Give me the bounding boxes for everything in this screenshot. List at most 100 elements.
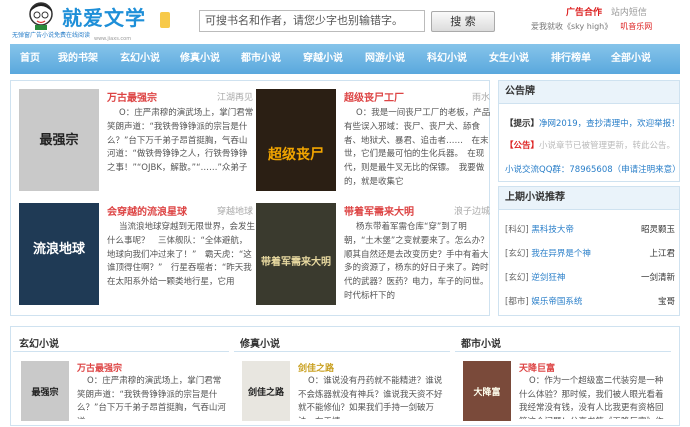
rec-category: [玄幻] [505,249,529,259]
recommend-heading: 上期小说推荐 [499,187,679,210]
section-dushi: 都市小说 大降富 天降巨富 O：作为一个超级富二代装穷是一种什么体验？那时候，我… [455,327,675,427]
book-desc: O：谁说没有丹药就不能精进？谁说不会炼器就没有神兵？谁说我天资不好就不能修仙？如… [298,376,443,419]
section-heading[interactable]: 修真小说 [240,335,280,350]
book-title[interactable]: 万古最强宗 [77,361,122,374]
site-slogan: 无弹窗广告小说免费在线阅读 [12,32,91,39]
notice-line: 【提示】净网2019，查抄清理中，欢迎举报！ [505,117,680,129]
book-title[interactable]: 会穿越的流浪星球 [107,203,187,218]
site-logo[interactable]: 就爱文学 无弹窗广告小说免费在线阅读 www.jiaxs.com [12,2,172,42]
rec-author[interactable]: 上江君 [649,247,675,259]
book-cover[interactable]: 流浪地球 [19,203,99,305]
section-divider [234,351,450,352]
favorite-hint[interactable]: 爱我就收《sky high》 [531,22,612,31]
rec-author[interactable]: 一剑清新 [641,271,675,283]
nav-ranking[interactable]: 排行榜单 [551,44,591,74]
section-xuanhuan: 玄幻小说 最强宗 万古最强宗 O：庄严肃穆的演武场上，掌门君常笑朗声道：“我铁骨… [13,327,233,427]
music-link[interactable]: 叽音乐网 [620,22,652,31]
sidebar: 公告牌 【提示】净网2019，查抄清理中，欢迎举报！ 【公告】小说章节已被管理更… [498,80,681,316]
nav-kehuan[interactable]: 科幻小说 [427,44,467,74]
book-desc: 杨东带着军需仓库“穿”到了明朝，“土木堡”之变就要来了。怎么办？顺其自然还是去改… [344,222,489,301]
recommend-row[interactable]: [玄幻] 逆剑狂神 一剑清新 [505,271,675,285]
featured-book[interactable]: 带着军需来大明 带着军需来大明 浪子边城 杨东带着军需仓库“穿”到了明朝，“土木… [256,203,492,317]
nav-xuanhuan[interactable]: 玄幻小说 [120,44,160,74]
book-desc: O：我是一间丧尸工厂的老板，产品有些误入邪域：丧尸、丧尸犬、舔食者、地狱犬、暴君… [344,108,491,187]
book-cover[interactable]: 大降富 [463,361,511,421]
book-desc: O：庄严肃穆的演武场上，掌门君常笑朗声道：“我铁骨铮铮派的宗旨是什么？”台下万千… [107,108,254,174]
section-divider [13,351,229,352]
site-title: 就爱文学 [62,6,146,30]
section-xiuzhen: 修真小说 剑佳之路 剑佳之路 O：谁说没有丹药就不能精进？谁说不会炼器就没有神兵… [234,327,454,427]
book-author[interactable]: 穿越地球 [217,204,253,217]
rec-author[interactable]: 宝哥 [658,295,675,307]
book-cover-image: 剑佳之路 [242,361,290,421]
section-heading[interactable]: 玄幻小说 [19,335,59,350]
notice-tag: 【公告】 [505,141,540,151]
book-title[interactable]: 剑佳之路 [298,361,334,374]
rec-book[interactable]: 逆剑狂神 [531,273,565,283]
notice-heading: 公告牌 [499,81,679,104]
search-input[interactable]: 可搜书名和作者，请您少字也别输错字。 [199,10,425,32]
nav-chuanyue[interactable]: 穿越小说 [303,44,343,74]
rec-author[interactable]: 昭灵颢玉 [641,223,675,235]
book-cover[interactable]: 最强宗 [19,89,99,191]
featured-book[interactable]: 最强宗 万古最强宗 江湖再见 O：庄严肃穆的演武场上，掌门君常笑朗声道：“我铁骨… [19,89,255,203]
sms-link[interactable]: 站内短信 [611,8,647,18]
notice-text[interactable]: 小说章节已被管理更新，转此公告。 [539,141,675,151]
book-title[interactable]: 带着军需来大明 [344,203,414,218]
rec-category: [科幻] [505,225,529,235]
recommend-row[interactable]: [玄幻] 我在异界是个神 上江君 [505,247,675,261]
recommend-row[interactable]: [科幻] 黑科技大帝 昭灵颢玉 [505,223,675,237]
favorite-text: 爱我就收《sky high》 叽音乐网 [531,21,652,32]
svg-text:最强宗: 最强宗 [31,386,58,398]
search-button[interactable]: 搜 索 [431,11,495,32]
book-title[interactable]: 万古最强宗 [107,89,157,104]
notice-qq-group: 小说交流QQ群：78965608（申请注明来意） [505,165,681,175]
svg-text:流浪地球: 流浪地球 [33,241,86,257]
book-cover-image: 流浪地球 [19,203,99,305]
rec-book[interactable]: 我在异界是个神 [531,249,591,259]
book-cover[interactable]: 剑佳之路 [242,361,290,421]
mascot-icon [29,2,53,30]
book-cover[interactable]: 带着军需来大明 [256,203,336,305]
svg-text:剑佳之路: 剑佳之路 [247,386,285,398]
rec-book[interactable]: 黑科技大帝 [531,225,574,235]
header-links: 广告合作 站内短信 [566,5,647,18]
site-domain: www.jiaxs.com [94,36,132,42]
featured-panel: 最强宗 万古最强宗 江湖再见 O：庄严肃穆的演武场上，掌门君常笑朗声道：“我铁骨… [10,80,490,316]
logo-badge-icon [160,12,170,28]
book-cover-image: 大降富 [463,361,511,421]
recommend-row[interactable]: [都市] 娱乐帝国系统 宝哥 [505,295,675,309]
book-desc: 当流浪地球穿越到无限世界，会发生什么事呢？ 三体舰队：“全体避航，地球向我们冲过… [107,222,255,288]
nav-nvsheng[interactable]: 女生小说 [489,44,529,74]
nav-xiuzhen[interactable]: 修真小说 [180,44,220,74]
site-header: 就爱文学 无弹窗广告小说免费在线阅读 www.jiaxs.com 可搜书名和作者… [0,0,690,44]
ad-link[interactable]: 广告合作 [566,8,602,18]
svg-text:大降富: 大降富 [473,386,500,398]
category-sections: 玄幻小说 最强宗 万古最强宗 O：庄严肃穆的演武场上，掌门君常笑朗声道：“我铁骨… [10,326,680,426]
book-cover-image: 最强宗 [21,361,69,421]
notice-board: 公告牌 【提示】净网2019，查抄清理中，欢迎举报！ 【公告】小说章节已被管理更… [498,80,681,182]
notice-tag: 【提示】 [505,119,540,129]
book-title[interactable]: 超级丧尸工厂 [344,89,404,104]
book-author[interactable]: 雨水 [472,90,490,103]
book-title[interactable]: 天降巨富 [519,361,555,374]
featured-book[interactable]: 流浪地球 会穿越的流浪星球 穿越地球 当流浪地球穿越到无限世界，会发生什么事呢？… [19,203,255,317]
svg-text:带着军需来大明: 带着军需来大明 [261,255,331,268]
section-heading[interactable]: 都市小说 [461,335,501,350]
book-cover-image: 超级丧尸 [256,89,336,191]
svg-text:最强宗: 最强宗 [39,132,78,148]
nav-wangyou[interactable]: 网游小说 [365,44,405,74]
rec-book[interactable]: 娱乐帝国系统 [531,297,582,307]
notice-line: 【公告】小说章节已被管理更新，转此公告。 [505,139,675,151]
nav-home[interactable]: 首页 [20,44,40,74]
notice-text[interactable]: 净网2019，查抄清理中，欢迎举报！ [539,119,680,129]
book-cover[interactable]: 超级丧尸 [256,89,336,191]
nav-bookshelf[interactable]: 我的书架 [58,44,98,74]
featured-book[interactable]: 超级丧尸 超级丧尸工厂 雨水 O：我是一间丧尸工厂的老板，产品有些误入邪域：丧尸… [256,89,492,203]
nav-all[interactable]: 全部小说 [611,44,651,74]
book-desc: O：作为一个超级富二代装穷是一种什么体验？那时候，我们被人眼光看着我经常没有钱，… [519,376,664,419]
book-author[interactable]: 浪子边城 [454,204,490,217]
book-author[interactable]: 江湖再见 [217,90,253,103]
book-cover[interactable]: 最强宗 [21,361,69,421]
nav-dushi[interactable]: 都市小说 [241,44,281,74]
